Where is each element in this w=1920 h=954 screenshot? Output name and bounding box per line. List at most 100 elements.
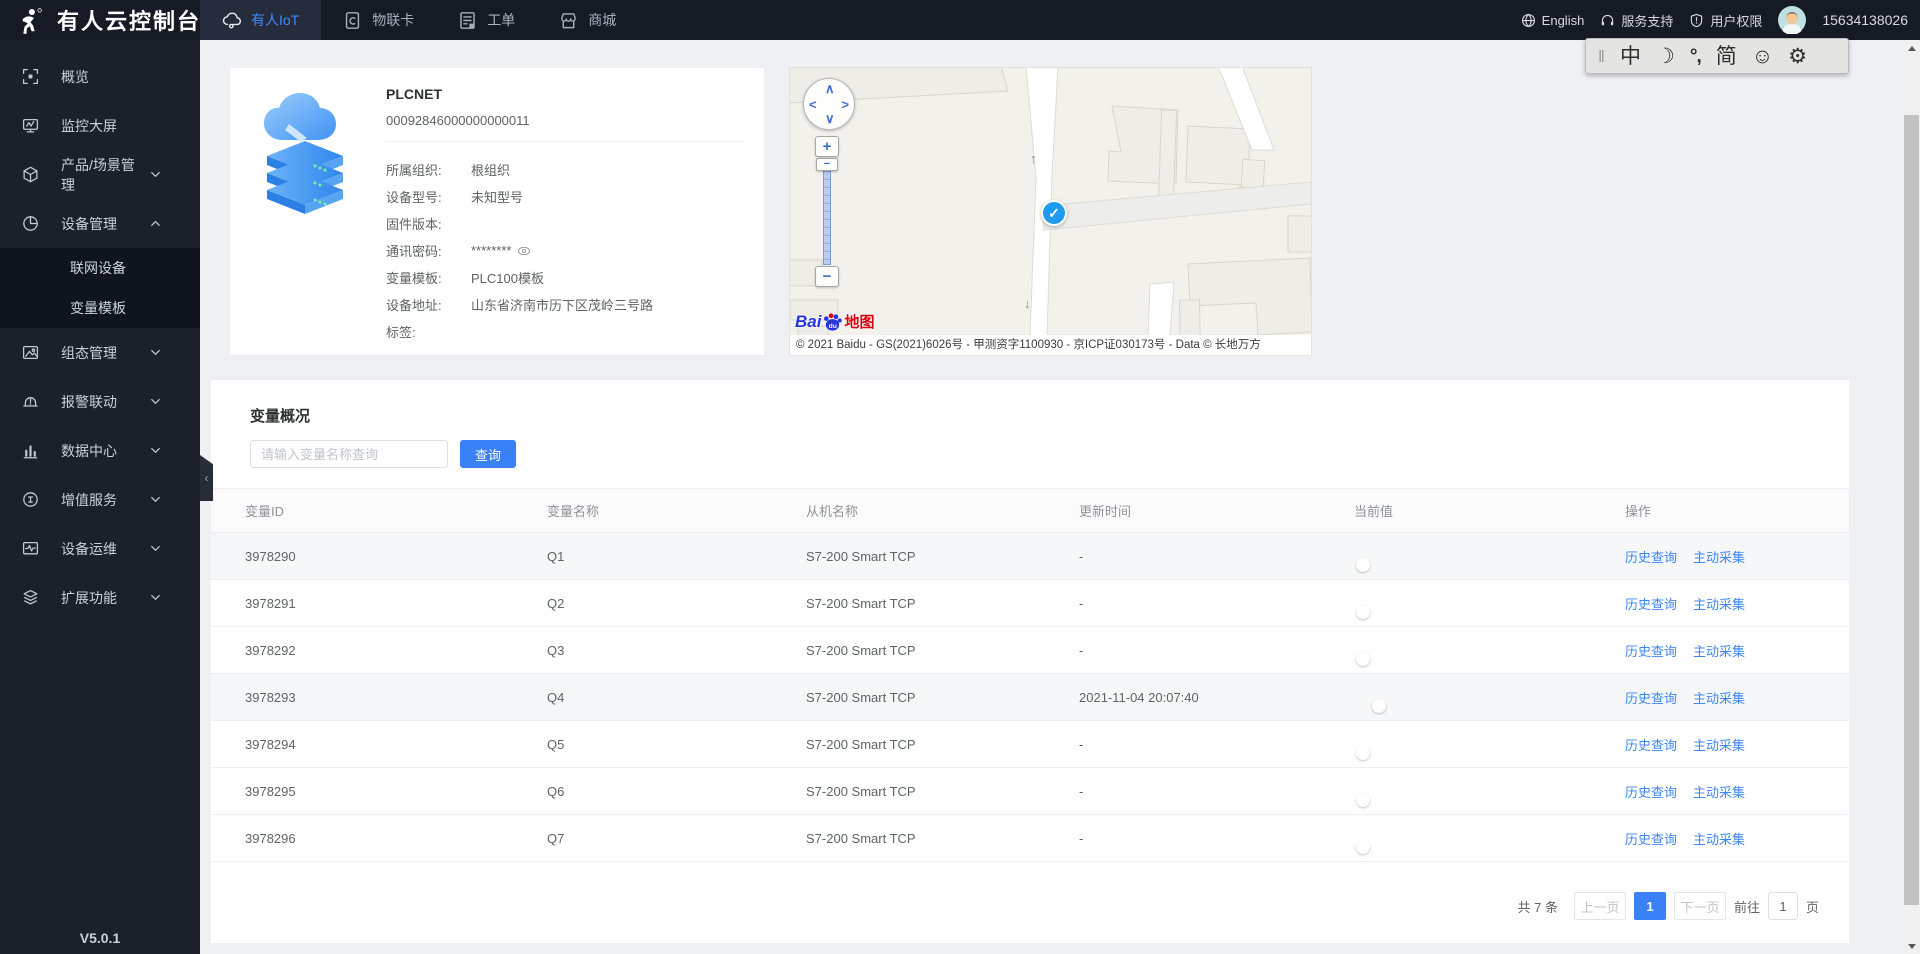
scrollbar-thumb[interactable]	[1904, 115, 1919, 905]
pan-down-icon[interactable]: ∨	[825, 111, 835, 127]
topbar-item-globe[interactable]: English	[1521, 13, 1584, 28]
active-collect-link[interactable]: 主动采集	[1693, 547, 1745, 566]
page-scrollbar[interactable]	[1903, 40, 1920, 954]
ime-chinese-mode-icon[interactable]: 中	[1620, 46, 1641, 67]
sidebar-item-label: 增值服务	[61, 491, 117, 508]
topbar-item-headset[interactable]: 服务支持	[1600, 11, 1673, 30]
jump-page-input[interactable]	[1767, 892, 1798, 920]
ime-emoji-picker-icon[interactable]: ☺	[1752, 46, 1773, 67]
sidebar-item-screen[interactable]: 监控大屏	[0, 101, 200, 150]
jump-prefix-label: 前往	[1733, 899, 1760, 915]
table-row: 3978293 Q4 S7-200 Smart TCP 2021-11-04 20:0…	[211, 674, 1849, 721]
baidu-logo-text: Bai	[795, 312, 822, 331]
ime-toolbar[interactable]: ‖ 中 ☽ °, 简 ☺ ⚙	[1585, 38, 1849, 74]
map-zoom-handle[interactable]: −	[816, 158, 838, 171]
password-visibility-icon[interactable]	[517, 244, 531, 258]
device-name: PLCNET	[386, 86, 442, 102]
sidebar-subitem[interactable]: 变量模板	[0, 288, 200, 328]
scrollbar-up-arrow-icon[interactable]	[1903, 40, 1920, 56]
device-field-label: 所属组织:	[386, 163, 442, 178]
sidebar-item-service[interactable]: 增值服务	[0, 475, 200, 524]
chevron-up-icon	[147, 215, 164, 232]
active-collect-link[interactable]: 主动采集	[1693, 688, 1745, 707]
cell-variable-id: 3978293	[245, 689, 296, 705]
device-field: 标签:	[386, 318, 744, 345]
sidebar-item-cube[interactable]: 产品/场景管理	[0, 150, 200, 199]
cell-updated-time: -	[1079, 642, 1084, 658]
active-collect-link[interactable]: 主动采集	[1693, 735, 1745, 754]
user-phone-number[interactable]: 15634138026	[1822, 12, 1908, 28]
history-query-link[interactable]: 历史查询	[1625, 782, 1677, 801]
cell-variable-name: Q2	[547, 595, 565, 611]
sidebar-item-pie[interactable]: 设备管理	[0, 199, 200, 248]
pan-right-icon[interactable]: >	[841, 97, 849, 112]
top-tab-mall[interactable]: 商城	[537, 0, 638, 40]
scrollbar-down-arrow-icon[interactable]	[1903, 938, 1920, 954]
device-location-marker[interactable]: ✓	[1041, 200, 1067, 226]
sidebar-item-image[interactable]: 组态管理	[0, 328, 200, 377]
map-panel[interactable]: ↑ ↓ ∧ ∨ < > + − − ✓ Bai du 地图 © 2021 Bai…	[789, 67, 1312, 356]
sidebar-subitem[interactable]: 联网设备	[0, 248, 200, 288]
cell-actions: 历史查询 主动采集	[1625, 594, 1819, 613]
active-collect-link[interactable]: 主动采集	[1693, 641, 1745, 660]
ime-simplified-chinese-icon[interactable]: 简	[1716, 46, 1737, 67]
ime-punctuation-mode-icon[interactable]: °,	[1690, 47, 1702, 66]
chevron-down-icon	[147, 344, 164, 361]
user-avatar[interactable]	[1778, 6, 1807, 34]
top-tab-workorder[interactable]: 工单	[436, 0, 537, 40]
map-pan-control[interactable]: ∧ ∨ < >	[803, 78, 855, 130]
cell-actions: 历史查询 主动采集	[1625, 641, 1819, 660]
device-info: PLCNET 00092846000000000011 所属组织: 根组织 设备型号…	[380, 68, 764, 355]
device-field: 通讯密码: ********	[386, 237, 744, 264]
sidebar-item-overview[interactable]: 概览	[0, 52, 200, 101]
next-page-button[interactable]: 下一页	[1673, 892, 1726, 920]
prev-page-button[interactable]: 上一页	[1573, 892, 1626, 920]
main-content: PLCNET 00092846000000000011 所属组织: 根组织 设备型号…	[200, 40, 1903, 954]
page-number-button[interactable]: 1	[1633, 892, 1666, 920]
headset-icon	[1600, 13, 1615, 28]
pan-up-icon[interactable]: ∧	[825, 81, 835, 97]
ime-moon-mode-icon[interactable]: ☽	[1656, 46, 1675, 67]
history-query-link[interactable]: 历史查询	[1625, 829, 1677, 848]
cell-variable-id: 3978295	[245, 783, 296, 799]
top-tab-cloud[interactable]: 有人IoT	[200, 0, 322, 40]
map-zoom-out-button[interactable]: −	[815, 266, 839, 287]
column-header: 变量ID	[245, 504, 285, 519]
cell-variable-id: 3978294	[245, 736, 296, 752]
sidebar-item-ops[interactable]: 设备运维	[0, 524, 200, 573]
sidebar-item-layers[interactable]: 扩展功能	[0, 573, 200, 622]
alarm-icon	[22, 393, 39, 410]
device-fields: 所属组织: 根组织 设备型号: 未知型号 固件版本: 通讯密码: ******** 变量模板:…	[386, 156, 744, 345]
app-logo[interactable]: 有人云控制台	[0, 0, 200, 40]
map-zoom-in-button[interactable]: +	[815, 136, 839, 157]
topbar-item-shield[interactable]: 用户权限	[1689, 11, 1762, 30]
ime-settings-icon[interactable]: ⚙	[1788, 46, 1807, 67]
topbar-item-label: 用户权限	[1710, 13, 1763, 29]
app-title: 有人云控制台	[57, 9, 202, 34]
active-collect-link[interactable]: 主动采集	[1693, 829, 1745, 848]
top-tab-sim[interactable]: 物联卡	[321, 0, 436, 40]
map-zoom-track[interactable]	[823, 163, 831, 265]
road-arrow-up: ↑	[1030, 151, 1037, 166]
active-collect-link[interactable]: 主动采集	[1693, 594, 1745, 613]
table-row: 3978295 Q6 S7-200 Smart TCP - 历史查询 主动采集	[211, 768, 1849, 815]
search-button[interactable]: 查询	[460, 440, 516, 468]
ops-icon	[22, 540, 39, 557]
history-query-link[interactable]: 历史查询	[1625, 547, 1677, 566]
sidebar-item-bars[interactable]: 数据中心	[0, 426, 200, 475]
ime-drag-handle[interactable]: ‖	[1598, 48, 1605, 65]
active-collect-link[interactable]: 主动采集	[1693, 782, 1745, 801]
pan-left-icon[interactable]: <	[809, 97, 817, 112]
history-query-link[interactable]: 历史查询	[1625, 688, 1677, 707]
history-query-link[interactable]: 历史查询	[1625, 641, 1677, 660]
device-field: 变量模板: PLC100模板	[386, 264, 744, 291]
sidebar-item-alarm[interactable]: 报警联动	[0, 377, 200, 426]
table-row: 3978290 Q1 S7-200 Smart TCP - 历史查询 主动采集	[211, 533, 1849, 580]
history-query-link[interactable]: 历史查询	[1625, 735, 1677, 754]
service-icon	[22, 491, 39, 508]
variable-search-input[interactable]	[250, 440, 448, 468]
history-query-link[interactable]: 历史查询	[1625, 594, 1677, 613]
sidebar: 概览 监控大屏 产品/场景管理 设备管理 联网设备 变量模板 组态管理 报警联动 数据中心增值服…	[0, 40, 200, 954]
cell-variable-id: 3978296	[245, 830, 296, 846]
baidu-map-logo[interactable]: Bai du 地图	[795, 311, 874, 332]
